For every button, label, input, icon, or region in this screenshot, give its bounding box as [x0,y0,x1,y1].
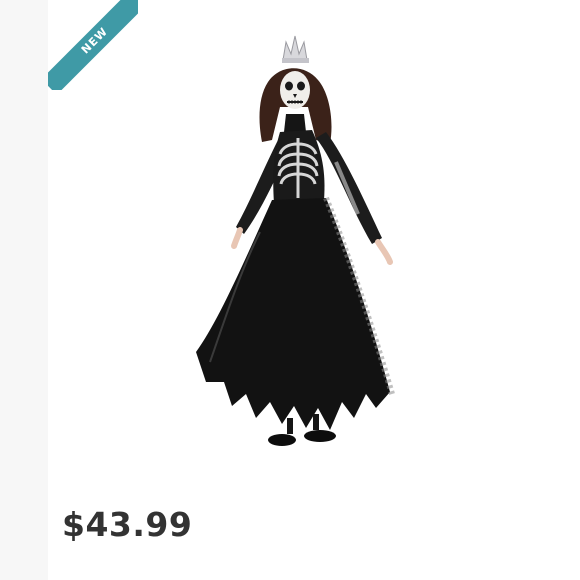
crown-icon [282,35,308,61]
product-image[interactable] [140,22,440,472]
product-card[interactable]: NEW $43.99 [0,0,580,580]
product-price: $43.99 [62,505,193,544]
new-badge-label: NEW [48,0,138,90]
left-gutter [0,0,48,580]
new-badge: NEW [48,0,138,90]
right-shoe [304,430,336,442]
left-shoe [268,434,296,446]
skirt [196,198,390,430]
